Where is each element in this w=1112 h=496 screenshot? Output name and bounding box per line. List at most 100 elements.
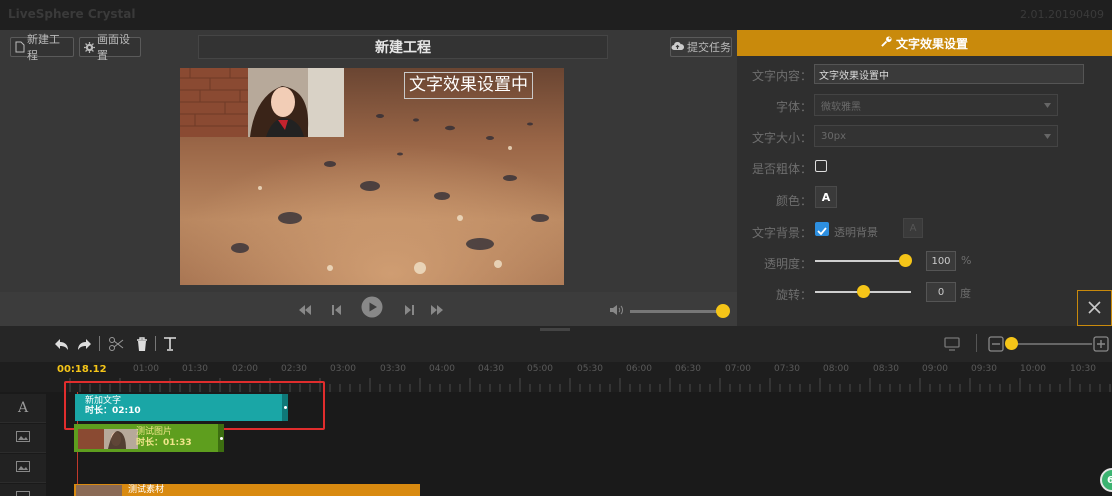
content-label: 文字内容： bbox=[751, 69, 812, 83]
next-frame-button[interactable] bbox=[398, 298, 420, 320]
opacity-slider-thumb[interactable] bbox=[899, 254, 912, 267]
ruler-tick-label: 02:30 bbox=[281, 364, 307, 374]
image-clip-resize-handle[interactable] bbox=[218, 424, 224, 452]
video-track-header bbox=[0, 484, 46, 496]
rotate-label: 旋转： bbox=[775, 288, 812, 302]
transparent-background-checkbox[interactable] bbox=[815, 222, 829, 236]
ruler-tick-label: 01:30 bbox=[182, 364, 208, 374]
video-clip-thumbnail bbox=[76, 485, 122, 496]
size-label: 文字大小： bbox=[751, 131, 812, 145]
transparent-background-label: 透明背景 bbox=[834, 226, 878, 239]
delete-button[interactable] bbox=[134, 336, 150, 352]
ruler-tick-label: 07:00 bbox=[725, 364, 751, 374]
ruler-tick-label: 03:30 bbox=[380, 364, 406, 374]
ruler-tick-label: 02:00 bbox=[232, 364, 258, 374]
undo-icon bbox=[54, 337, 70, 356]
rotate-input[interactable]: 0 bbox=[926, 282, 956, 302]
zoom-slider-thumb[interactable] bbox=[1005, 337, 1018, 350]
ruler-tick-label: 03:00 bbox=[330, 364, 356, 374]
ruler-tick-label: 10:00 bbox=[1020, 364, 1046, 374]
monitor-icon bbox=[944, 336, 960, 355]
rewind-button[interactable] bbox=[294, 298, 316, 320]
text-track-icon: A bbox=[17, 400, 29, 416]
volume-button[interactable] bbox=[606, 298, 628, 320]
image-clip[interactable]: 测试图片 时长：01:33 bbox=[74, 424, 224, 452]
gear-icon bbox=[84, 41, 95, 53]
bold-label: 是否粗体： bbox=[751, 162, 812, 176]
split-button[interactable] bbox=[108, 336, 124, 352]
opacity-input[interactable]: 100 bbox=[926, 251, 956, 271]
video-track-icon bbox=[16, 490, 30, 496]
video-clip[interactable]: 测试素材 bbox=[74, 484, 420, 496]
step-forward-icon bbox=[404, 300, 414, 319]
text-track-header: A bbox=[0, 394, 46, 423]
ruler-tick-label: 10:30 bbox=[1070, 364, 1096, 374]
screen-settings-button[interactable]: 画面设置 bbox=[79, 33, 141, 62]
ruler-tick-label: 08:00 bbox=[823, 364, 849, 374]
volume-slider-thumb[interactable] bbox=[716, 304, 730, 318]
add-text-button[interactable] bbox=[162, 336, 178, 352]
ruler-tick-label: 07:30 bbox=[774, 364, 800, 374]
ruler-tick-label: 04:00 bbox=[429, 364, 455, 374]
font-select[interactable]: 微软雅黑 bbox=[814, 94, 1058, 116]
panel-resize-handle[interactable] bbox=[540, 328, 570, 331]
close-panel-button[interactable] bbox=[1077, 290, 1112, 326]
zoom-out-button[interactable] bbox=[988, 336, 1004, 352]
image-track-header bbox=[0, 424, 46, 453]
background-color-picker[interactable]: A bbox=[903, 218, 923, 238]
text-effect-header: 文字效果设置 bbox=[737, 30, 1112, 56]
checkmark-icon bbox=[817, 220, 827, 239]
highlight-box bbox=[64, 381, 325, 430]
fast-forward-button[interactable] bbox=[426, 298, 448, 320]
image-track-header-2 bbox=[0, 454, 46, 483]
ruler-tick-label: 04:30 bbox=[478, 364, 504, 374]
close-icon bbox=[1088, 299, 1101, 318]
ruler-tick-label: 05:00 bbox=[527, 364, 553, 374]
text-color-picker[interactable]: A bbox=[815, 186, 837, 208]
chevron-down-icon bbox=[1044, 131, 1051, 142]
app-title: LiveSphere Crystal bbox=[8, 7, 136, 21]
title-bar: LiveSphere Crystal 2.01.20190409 bbox=[0, 0, 1112, 30]
handle-dot-icon bbox=[219, 436, 223, 440]
trash-icon bbox=[134, 337, 150, 356]
volume-slider-fill bbox=[630, 310, 720, 313]
wrench-icon bbox=[881, 36, 892, 50]
rotate-unit: 度 bbox=[960, 287, 971, 300]
screen-toggle-button[interactable] bbox=[944, 336, 962, 352]
image-clip-thumbnail bbox=[78, 429, 138, 449]
image-track-icon bbox=[16, 430, 30, 446]
new-project-button[interactable]: 新建工程 bbox=[10, 33, 74, 62]
previous-frame-button[interactable] bbox=[326, 298, 348, 320]
zoom-in-icon bbox=[1093, 336, 1109, 356]
project-title: 新建工程 bbox=[198, 35, 608, 59]
opacity-label: 透明度： bbox=[763, 257, 812, 271]
font-size-value: 30px bbox=[821, 130, 846, 142]
project-title-text: 新建工程 bbox=[375, 40, 431, 56]
scissors-icon bbox=[108, 337, 124, 356]
image-track-icon bbox=[16, 460, 30, 476]
app-version: 2.01.20190409 bbox=[1020, 8, 1104, 21]
zoom-slider-track[interactable] bbox=[1012, 343, 1092, 345]
color-label: 颜色： bbox=[775, 194, 812, 208]
opacity-slider-track[interactable] bbox=[815, 260, 911, 262]
ruler-tick-label: 09:30 bbox=[971, 364, 997, 374]
file-icon bbox=[15, 41, 25, 53]
text-content-input[interactable]: 文字效果设置中 bbox=[814, 64, 1084, 84]
rewind-icon bbox=[298, 300, 312, 319]
font-select-value: 微软雅黑 bbox=[821, 101, 861, 113]
bold-checkbox[interactable] bbox=[815, 160, 827, 172]
submit-task-button[interactable]: 提交任务 bbox=[670, 37, 732, 57]
zoom-out-icon bbox=[988, 336, 1004, 356]
zoom-in-button[interactable] bbox=[1093, 336, 1109, 352]
video-preview[interactable]: 文字效果设置中 bbox=[180, 68, 564, 285]
redo-button[interactable] bbox=[76, 336, 92, 352]
rotate-slider-thumb[interactable] bbox=[857, 285, 870, 298]
current-time: 00:18.12 bbox=[57, 364, 107, 375]
overlay-text-preview[interactable]: 文字效果设置中 bbox=[404, 72, 533, 99]
step-back-icon bbox=[332, 300, 342, 319]
ruler-tick-label: 09:00 bbox=[922, 364, 948, 374]
play-button[interactable] bbox=[360, 296, 384, 321]
font-size-select[interactable]: 30px bbox=[814, 125, 1058, 147]
ruler-tick-label: 05:30 bbox=[577, 364, 603, 374]
undo-button[interactable] bbox=[54, 336, 70, 352]
